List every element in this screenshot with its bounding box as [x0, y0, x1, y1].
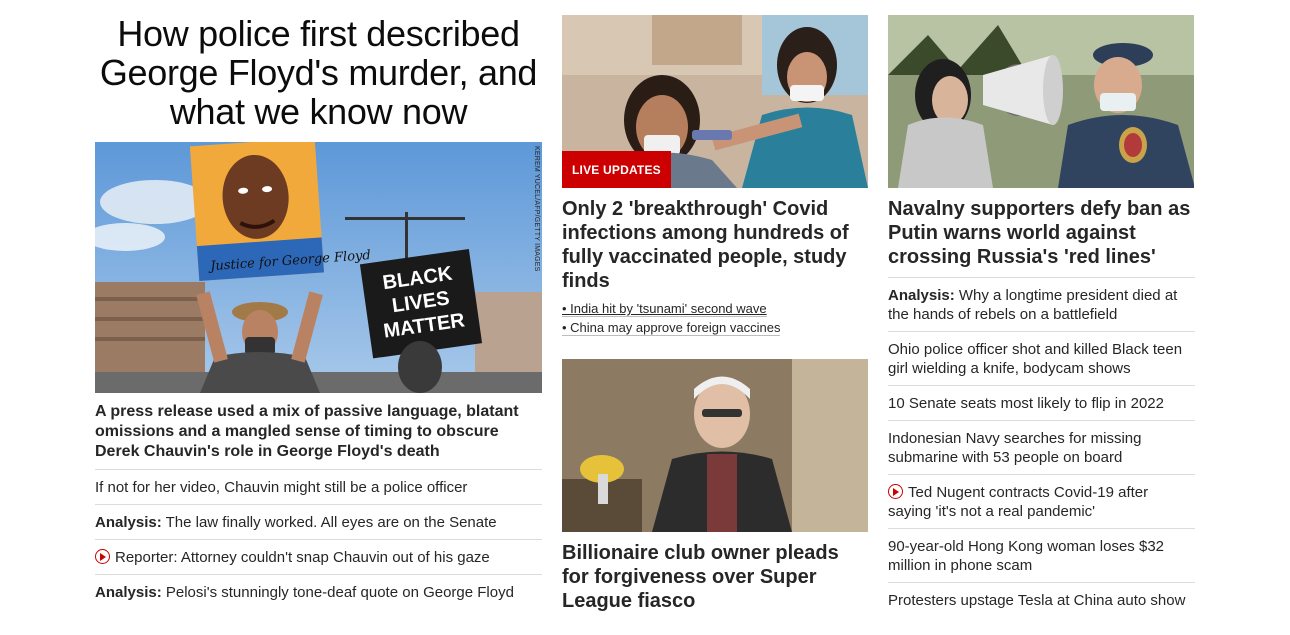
list-item-link[interactable]: If not for her video, Chauvin might stil…	[95, 479, 467, 496]
list-item-link[interactable]: Analysis: The law finally worked. All ey…	[95, 514, 497, 531]
item-text: Ted Nugent contracts Covid-19 after sayi…	[888, 484, 1149, 520]
item-text: Protesters upstage Tesla at China auto s…	[888, 592, 1186, 609]
analysis-label: Analysis:	[888, 287, 955, 304]
super-league-headline: Billionaire club owner pleads for forgiv…	[562, 541, 868, 613]
list-item-link[interactable]: Protesters upstage Tesla at China auto s…	[888, 592, 1185, 609]
lead-story-image[interactable]: Justice for George Floyd BLACK LIVES MAT…	[95, 142, 542, 393]
item-text: If not for her video, Chauvin might stil…	[95, 479, 468, 496]
navalny-headline: Navalny supporters defy ban as Putin war…	[888, 197, 1195, 269]
related-link[interactable]: • India hit by 'tsunami' second wave	[562, 299, 868, 318]
covid-headline: Only 2 'breakthrough' Covid infections a…	[562, 197, 868, 293]
live-updates-badge[interactable]: LIVE UPDATES	[562, 151, 671, 188]
covid-related-links: • India hit by 'tsunami' second wave • C…	[562, 299, 868, 337]
list-item[interactable]: 90-year-old Hong Kong woman loses $32 mi…	[888, 529, 1195, 583]
list-item[interactable]: Analysis: The law finally worked. All ey…	[95, 505, 542, 540]
lead-related-list: If not for her video, Chauvin might stil…	[95, 470, 542, 609]
lead-headline-link[interactable]: How police first described George Floyd'…	[100, 13, 538, 132]
related-link[interactable]: • China may approve foreign vaccines	[562, 318, 868, 337]
list-item[interactable]: Indonesian Navy searches for missing sub…	[888, 421, 1195, 475]
right-column: Navalny supporters defy ban as Putin war…	[888, 0, 1195, 617]
navalny-protest-photo	[888, 15, 1194, 188]
list-item[interactable]: 10 Senate seats most likely to flip in 2…	[888, 386, 1195, 421]
navalny-headline-link[interactable]: Navalny supporters defy ban as Putin war…	[888, 198, 1190, 268]
item-text: Indonesian Navy searches for missing sub…	[888, 430, 1142, 466]
list-item[interactable]: Ohio police officer shot and killed Blac…	[888, 332, 1195, 386]
list-item-link[interactable]: Ohio police officer shot and killed Blac…	[888, 341, 1182, 377]
covid-headline-link[interactable]: Only 2 'breakthrough' Covid infections a…	[562, 198, 849, 292]
list-item-link[interactable]: Ted Nugent contracts Covid-19 after sayi…	[888, 484, 1148, 520]
list-item-link[interactable]: 10 Senate seats most likely to flip in 2…	[888, 395, 1164, 412]
middle-column: LIVE UPDATES Only 2 'breakthrough' Covid…	[562, 0, 868, 613]
list-item-link[interactable]: Analysis: Why a longtime president died …	[888, 287, 1177, 323]
list-item[interactable]: Ted Nugent contracts Covid-19 after sayi…	[888, 475, 1195, 529]
right-headlines-list: Analysis: Why a longtime president died …	[888, 277, 1195, 617]
list-item[interactable]: Protesters upstage Tesla at China auto s…	[888, 583, 1195, 617]
lead-headline: How police first described George Floyd'…	[95, 14, 542, 131]
analysis-label: Analysis:	[95, 584, 162, 601]
related-link-text: • China may approve foreign vaccines	[562, 320, 781, 336]
navalny-story-image[interactable]	[888, 15, 1194, 188]
photo-credit: KEREM YUCEL/AFP/GETTY IMAGES	[533, 146, 540, 272]
item-text: 90-year-old Hong Kong woman loses $32 mi…	[888, 538, 1164, 574]
club-owner-photo	[562, 359, 868, 532]
super-league-headline-link[interactable]: Billionaire club owner pleads for forgiv…	[562, 542, 839, 612]
covid-story-image[interactable]: LIVE UPDATES	[562, 15, 868, 188]
related-link-text: • India hit by 'tsunami' second wave	[562, 301, 767, 317]
list-item[interactable]: Reporter: Attorney couldn't snap Chauvin…	[95, 540, 542, 575]
list-item-link[interactable]: Analysis: Pelosi's stunningly tone-deaf …	[95, 584, 514, 601]
protest-photo: Justice for George Floyd BLACK LIVES MAT…	[95, 142, 542, 393]
video-play-icon	[888, 484, 903, 499]
list-item[interactable]: Analysis: Why a longtime president died …	[888, 278, 1195, 332]
item-text: The law finally worked. All eyes are on …	[161, 514, 497, 531]
analysis-label: Analysis:	[95, 514, 162, 531]
item-text: 10 Senate seats most likely to flip in 2…	[888, 395, 1164, 412]
item-text: Reporter: Attorney couldn't snap Chauvin…	[115, 549, 490, 566]
list-item-link[interactable]: Indonesian Navy searches for missing sub…	[888, 430, 1141, 466]
lead-summary-link[interactable]: A press release used a mix of passive la…	[95, 403, 519, 460]
item-text: Pelosi's stunningly tone-deaf quote on G…	[161, 584, 514, 601]
lead-story-column: How police first described George Floyd'…	[95, 0, 542, 609]
video-play-icon	[95, 549, 110, 564]
lead-story-summary: A press release used a mix of passive la…	[95, 402, 542, 470]
super-league-story-image[interactable]	[562, 359, 868, 532]
list-item[interactable]: Analysis: Pelosi's stunningly tone-deaf …	[95, 575, 542, 609]
list-item-link[interactable]: Reporter: Attorney couldn't snap Chauvin…	[95, 549, 490, 566]
item-text: Ohio police officer shot and killed Blac…	[888, 341, 1183, 377]
list-item-link[interactable]: 90-year-old Hong Kong woman loses $32 mi…	[888, 538, 1164, 574]
list-item[interactable]: If not for her video, Chauvin might stil…	[95, 470, 542, 505]
